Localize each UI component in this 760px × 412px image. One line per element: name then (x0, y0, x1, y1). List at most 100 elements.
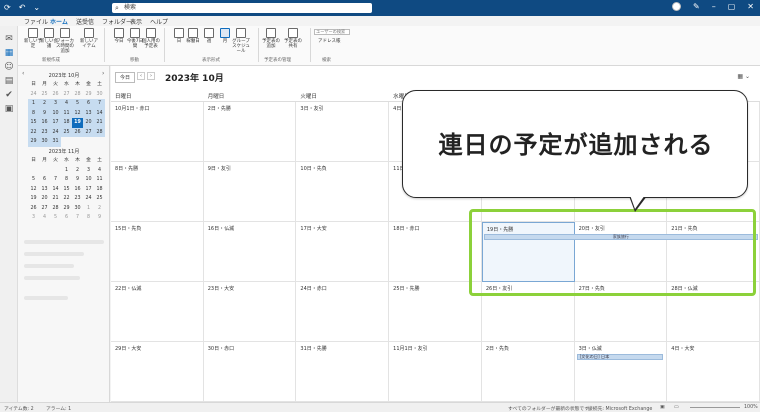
day-cell[interactable]: 16日・仏滅 (203, 222, 297, 282)
apps-icon[interactable]: ▣ (4, 104, 14, 114)
mini-day-cell[interactable]: 11 (94, 175, 105, 185)
tab-send-receive[interactable]: 送受信 (76, 17, 94, 26)
close-icon[interactable]: ✕ (747, 2, 754, 11)
mini-day-cell[interactable]: 9 (94, 213, 105, 223)
mini-day-cell[interactable]: 20 (83, 118, 94, 128)
mini-day-cell[interactable]: 3 (83, 166, 94, 176)
user-search-input[interactable]: ユーザーの検索 (314, 29, 350, 35)
mini-day-cell[interactable]: 14 (50, 185, 61, 195)
undo-icon[interactable]: ↶ (19, 3, 26, 12)
mini-day-cell[interactable]: 9 (72, 175, 83, 185)
day-cell[interactable]: 15日・先負 (111, 222, 204, 282)
mini-day-cell[interactable]: 4 (39, 213, 50, 223)
tab-help[interactable]: ヘルプ (150, 17, 168, 26)
mini-day-cell[interactable]: 25 (94, 194, 105, 204)
mini-day-cell[interactable]: 24 (83, 194, 94, 204)
day-cell[interactable]: 3日・友引 (296, 102, 390, 162)
day-cell[interactable]: 10日・先負 (296, 162, 390, 222)
mini-day-cell[interactable]: 17 (83, 185, 94, 195)
day-cell[interactable]: 2日・先勝 (203, 102, 297, 162)
mini-day-cell[interactable]: 3 (28, 213, 39, 223)
people-icon[interactable]: ☺ (4, 62, 14, 72)
mini-day-cell[interactable]: 15 (61, 185, 72, 195)
mini-day-cell[interactable]: 19 (72, 118, 83, 128)
mini-day-cell[interactable]: 26 (28, 204, 39, 214)
day-cell[interactable]: 9日・友引 (203, 162, 297, 222)
maximize-icon[interactable]: ▢ (728, 2, 736, 11)
mini-day-cell[interactable]: 22 (61, 194, 72, 204)
mini-day-cell[interactable]: 8 (61, 175, 72, 185)
tab-folder[interactable]: フォルダー (102, 17, 132, 26)
day-cell[interactable]: 29日・大安 (111, 342, 204, 402)
mail-icon[interactable]: ✉ (4, 34, 14, 44)
notes-icon[interactable]: ▤ (4, 76, 14, 86)
ribbon-button[interactable]: 新しいアイテム (80, 28, 98, 49)
mini-day-cell[interactable]: 2 (72, 166, 83, 176)
mini-day-cell[interactable]: 24 (28, 90, 39, 100)
day-cell[interactable]: 25日・先勝 (389, 282, 482, 342)
mini-day-cell[interactable]: 12 (28, 185, 39, 195)
tab-view[interactable]: 表示 (130, 17, 142, 26)
mini-day-cell[interactable]: 10 (83, 175, 94, 185)
mini-day-cell[interactable]: 10 (50, 108, 61, 118)
mini-day-cell[interactable]: 15 (28, 118, 39, 128)
reading-view-icon[interactable]: ▭ (674, 405, 679, 410)
mini-day-cell[interactable]: 6 (61, 213, 72, 223)
mini-day-cell[interactable]: 24 (50, 127, 61, 137)
mini-day-cell[interactable]: 28 (72, 90, 83, 100)
ribbon-button[interactable]: 予定表の共有 (284, 28, 302, 49)
mini-day-cell[interactable]: 11 (61, 108, 72, 118)
today-button[interactable]: 今日 (115, 72, 136, 83)
mini-day-cell[interactable]: 23 (39, 127, 50, 137)
calendar-icon[interactable]: ▦ (4, 48, 14, 58)
day-cell[interactable]: 3日・仏滅 (574, 342, 668, 402)
mini-day-cell[interactable]: 26 (50, 90, 61, 100)
mini-day-cell[interactable]: 27 (39, 204, 50, 214)
day-cell[interactable]: 4日・大安 (667, 342, 760, 402)
mini-day-cell[interactable]: 12 (72, 108, 83, 118)
mini-day-cell[interactable]: 16 (72, 185, 83, 195)
mini-day-cell[interactable]: 25 (61, 127, 72, 137)
day-cell[interactable]: 23日・大安 (203, 282, 297, 342)
mini-day-cell[interactable]: 19 (28, 194, 39, 204)
mini-day-cell[interactable]: 30 (39, 137, 50, 147)
calendar-list-item[interactable] (24, 252, 84, 256)
mini-day-cell[interactable]: 5 (50, 213, 61, 223)
mini-day-cell[interactable]: 17 (50, 118, 61, 128)
day-cell[interactable]: 31日・先勝 (296, 342, 390, 402)
day-cell[interactable]: 24日・赤口 (296, 282, 390, 342)
mini-day-cell[interactable]: 30 (94, 90, 105, 100)
mini-day-cell[interactable]: 8 (28, 108, 39, 118)
tab-file[interactable]: ファイル (24, 17, 48, 26)
address-book-button[interactable]: アドレス帳 (318, 38, 341, 44)
mini-day-cell[interactable]: 4 (61, 99, 72, 109)
mini-day-cell[interactable]: 2 (39, 99, 50, 109)
mini-day-cell[interactable]: 20 (39, 194, 50, 204)
view-options-icon[interactable]: ▦ ⌄ (737, 73, 750, 80)
day-cell[interactable]: 8日・先勝 (111, 162, 204, 222)
calendar-list-item[interactable] (24, 264, 74, 268)
ribbon-button[interactable]: 個人用の予定表 (142, 28, 160, 49)
mini-day-cell[interactable]: 1 (28, 99, 39, 109)
calendar-list-item[interactable] (24, 276, 80, 280)
mini-day-cell[interactable]: 23 (72, 194, 83, 204)
mini-day-cell[interactable]: 30 (72, 204, 83, 214)
holiday-event[interactable]: [文化の日] 日本 (576, 354, 664, 360)
tasks-icon[interactable]: ✔ (4, 90, 14, 100)
zoom-slider[interactable] (690, 407, 740, 408)
mini-day-cell[interactable]: 28 (94, 127, 105, 137)
ribbon-button[interactable]: フォーカス時間の追加 (56, 28, 74, 54)
ribbon-button[interactable]: グループスケジュール (232, 28, 250, 54)
mini-day-cell[interactable]: 1 (61, 166, 72, 176)
sync-icon[interactable]: ⟳ (4, 3, 11, 12)
mini-day-cell[interactable]: 4 (94, 166, 105, 176)
day-cell[interactable]: 22日・仏滅 (111, 282, 204, 342)
mini-day-cell[interactable]: 9 (39, 108, 50, 118)
mini-day-cell[interactable]: 27 (83, 127, 94, 137)
mini-day-cell[interactable]: 3 (50, 99, 61, 109)
mini-day-cell[interactable]: 13 (39, 185, 50, 195)
mini-day-cell[interactable]: 2 (94, 204, 105, 214)
next-arrow-icon[interactable]: › (147, 72, 155, 80)
calendar-list-item[interactable] (24, 296, 68, 300)
mini-day-cell[interactable]: 16 (39, 118, 50, 128)
